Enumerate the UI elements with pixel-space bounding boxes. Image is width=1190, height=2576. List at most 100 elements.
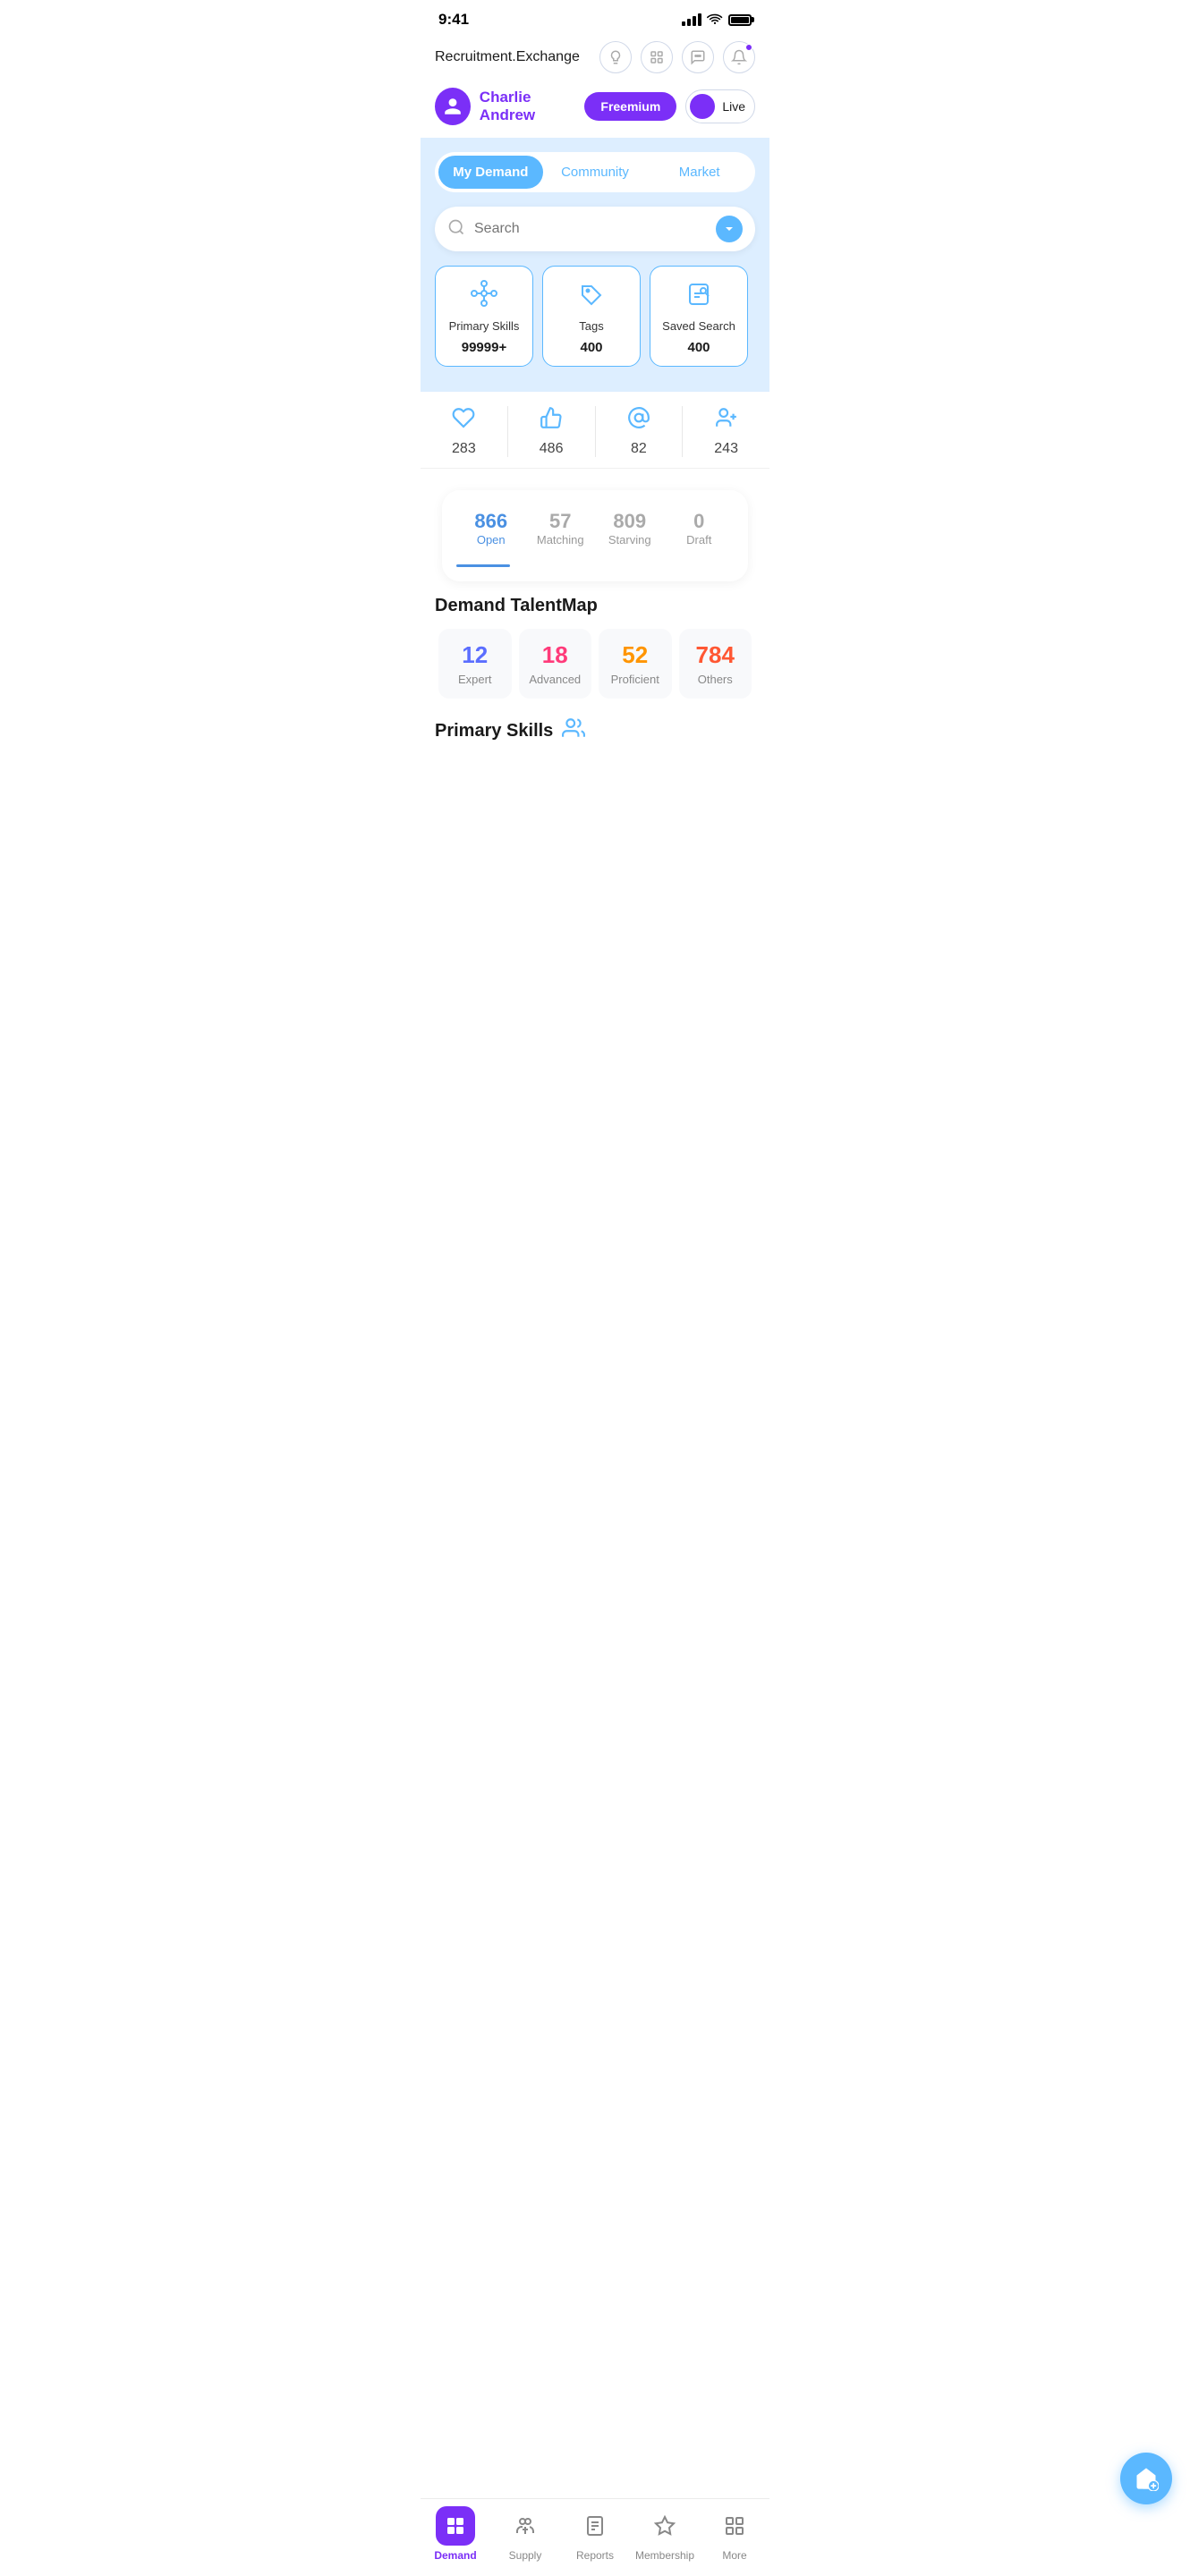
advanced-value: 18 <box>542 641 568 669</box>
supply-nav-label: Supply <box>509 2549 542 2562</box>
talent-stats: 12 Expert 18 Advanced 52 Proficient 784 … <box>435 629 755 699</box>
chevron-down-icon <box>722 222 736 236</box>
search-dropdown-button[interactable] <box>716 216 743 242</box>
primary-skills-title: Primary Skills <box>435 721 553 741</box>
user-actions: Freemium Live <box>584 89 755 123</box>
stat-connections[interactable]: 243 <box>683 406 769 457</box>
filter-card-tags[interactable]: Tags 400 <box>542 266 641 367</box>
idea-button[interactable] <box>599 41 632 73</box>
avatar <box>435 88 471 125</box>
toggle-circle <box>690 94 715 119</box>
supply-icon <box>514 2515 536 2537</box>
stat-mentions-value: 82 <box>631 441 647 457</box>
demand-tab-draft[interactable]: 0 Draft <box>665 504 735 552</box>
filter-count-primary-skills: 99999+ <box>462 340 506 355</box>
demand-tab-matching[interactable]: 57 Matching <box>526 504 596 552</box>
demand-active-indicator <box>456 564 510 567</box>
main-tabs: My Demand Community Market <box>435 152 755 192</box>
header-icons <box>599 41 755 73</box>
demand-tab-starving[interactable]: 809 Starving <box>595 504 665 552</box>
tab-community[interactable]: Community <box>543 156 648 189</box>
live-text: Live <box>722 99 745 114</box>
search-icon <box>447 218 465 241</box>
reports-icon <box>584 2515 606 2537</box>
talent-stat-others[interactable]: 784 Others <box>679 629 752 699</box>
wifi-icon <box>707 13 723 28</box>
thumbs-up-icon <box>540 406 563 436</box>
app-header: Recruitment.Exchange <box>421 34 769 82</box>
proficient-value: 52 <box>622 641 648 669</box>
advanced-label: Advanced <box>529 673 581 686</box>
demand-tabs: 866 Open 57 Matching 809 Starving 0 Draf… <box>456 504 734 552</box>
status-bar: 9:41 <box>421 0 769 34</box>
membership-nav-icon <box>645 2506 684 2546</box>
more-nav-icon <box>715 2506 754 2546</box>
puzzle-icon <box>649 49 665 65</box>
talent-stat-proficient[interactable]: 52 Proficient <box>599 629 672 699</box>
nav-item-reports[interactable]: Reports <box>560 2506 630 2562</box>
talent-stat-expert[interactable]: 12 Expert <box>438 629 512 699</box>
open-value: 866 <box>460 510 523 533</box>
demand-nav-icon <box>436 2506 475 2546</box>
stat-likes[interactable]: 283 <box>421 406 508 457</box>
filter-card-saved-search[interactable]: Saved Search 400 <box>650 266 748 367</box>
freemium-button[interactable]: Freemium <box>584 92 676 121</box>
demand-tabs-card: 866 Open 57 Matching 809 Starving 0 Draf… <box>442 490 748 581</box>
demand-section-wrapper: 866 Open 57 Matching 809 Starving 0 Draf… <box>421 469 769 581</box>
saved-search-icon <box>684 279 713 312</box>
filter-card-primary-skills[interactable]: Primary Skills 99999+ <box>435 266 533 367</box>
user-info: Charlie Andrew <box>435 88 584 125</box>
live-toggle[interactable]: Live <box>685 89 755 123</box>
tab-market[interactable]: Market <box>647 156 752 189</box>
reports-nav-icon <box>575 2506 615 2546</box>
status-icons <box>682 13 752 28</box>
stat-likes-value: 283 <box>452 441 476 457</box>
blue-section: My Demand Community Market <box>421 138 769 392</box>
chat-button[interactable] <box>682 41 714 73</box>
more-nav-label: More <box>722 2549 746 2562</box>
stats-row: 283 486 82 243 <box>421 392 769 469</box>
matching-value: 57 <box>530 510 592 533</box>
stat-thumbs[interactable]: 486 <box>508 406 596 457</box>
filter-label-primary-skills: Primary Skills <box>449 319 520 333</box>
membership-nav-label: Membership <box>635 2549 694 2562</box>
puzzle-button[interactable] <box>641 41 673 73</box>
demand-tab-open[interactable]: 866 Open <box>456 504 526 552</box>
tags-icon <box>577 279 606 312</box>
nav-item-membership[interactable]: Membership <box>630 2506 700 2562</box>
matching-label: Matching <box>530 533 592 547</box>
others-label: Others <box>698 673 733 686</box>
user-icon <box>443 97 463 116</box>
expert-label: Expert <box>458 673 492 686</box>
at-icon <box>627 406 650 436</box>
open-label: Open <box>460 533 523 547</box>
bell-button[interactable] <box>723 41 755 73</box>
nav-item-more[interactable]: More <box>700 2506 769 2562</box>
nav-item-demand[interactable]: Demand <box>421 2506 490 2562</box>
battery-icon <box>728 14 752 26</box>
search-bar <box>435 207 755 251</box>
signal-icon <box>682 13 701 26</box>
talent-stat-advanced[interactable]: 18 Advanced <box>519 629 592 699</box>
app-name: Recruitment.Exchange <box>435 49 580 65</box>
idea-icon <box>608 49 624 65</box>
demand-nav-label: Demand <box>434 2549 476 2562</box>
filter-count-saved-search: 400 <box>687 340 710 355</box>
building-add-icon <box>1134 2466 1159 2491</box>
tab-my-demand[interactable]: My Demand <box>438 156 543 189</box>
starving-label: Starving <box>599 533 661 547</box>
supply-nav-icon <box>506 2506 545 2546</box>
draft-label: Draft <box>668 533 731 547</box>
filter-label-tags: Tags <box>579 319 603 333</box>
reports-nav-label: Reports <box>576 2549 614 2562</box>
fab-add-button[interactable] <box>1120 2453 1172 2504</box>
user-name: Charlie Andrew <box>480 89 585 124</box>
bottom-spacer <box>421 759 769 831</box>
notification-dot <box>745 44 752 51</box>
stat-connections-value: 243 <box>714 441 738 457</box>
search-input[interactable] <box>474 221 716 237</box>
filter-label-saved-search: Saved Search <box>662 319 735 333</box>
stat-mentions[interactable]: 82 <box>596 406 684 457</box>
filter-users-icon[interactable] <box>562 716 585 745</box>
nav-item-supply[interactable]: Supply <box>490 2506 560 2562</box>
